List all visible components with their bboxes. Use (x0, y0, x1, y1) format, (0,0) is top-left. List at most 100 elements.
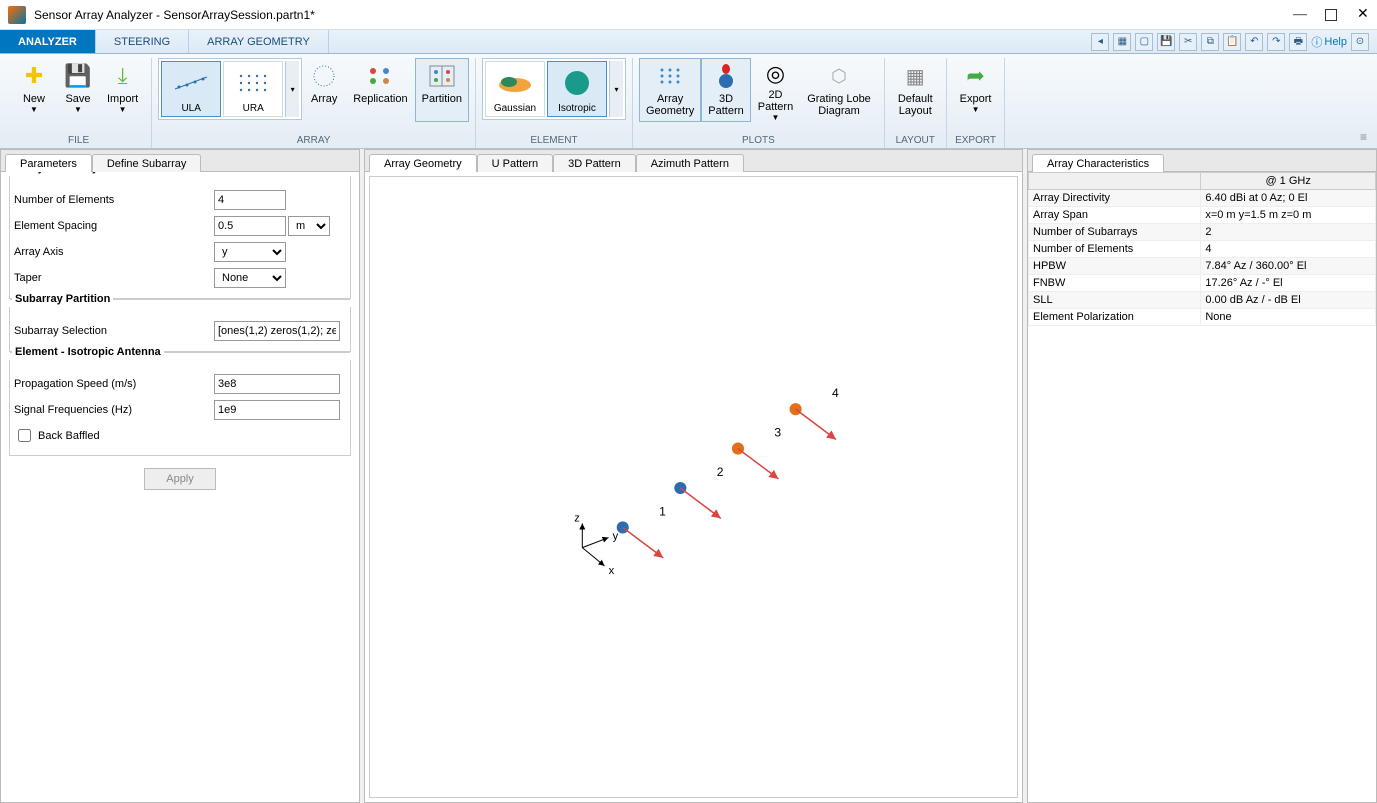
tab-parameters[interactable]: Parameters (5, 154, 92, 172)
quick-access-toolbar: ◂ ▦ ▢ 💾 ✂ ⧉ 📋 ↶ ↷ 🖶 ⓘHelp ⊙ (1091, 30, 1377, 53)
group-label-element: ELEMENT (530, 135, 577, 148)
array-button[interactable]: Array (302, 58, 346, 122)
tab-azimuth-pattern[interactable]: Azimuth Pattern (636, 154, 744, 172)
qat-window-icon[interactable]: ▢ (1135, 33, 1153, 51)
tab-array-geometry-plot[interactable]: Array Geometry (369, 154, 477, 172)
group-label-layout: LAYOUT (896, 135, 935, 148)
group-label-array: ARRAY (297, 135, 331, 148)
ribbon-body: ✚New▼ 💾Save▼ ⤓Import▼ FILE ULA URA ▾ Arr… (0, 54, 1377, 149)
checkbox-back-baffled[interactable] (18, 429, 31, 442)
char-key: SLL (1029, 292, 1201, 309)
input-signal-frequencies[interactable] (214, 400, 340, 420)
tab-analyzer[interactable]: ANALYZER (0, 30, 96, 53)
table-row: Array Spanx=0 m y=1.5 m z=0 m (1029, 207, 1376, 224)
partition-button[interactable]: Partition (415, 58, 469, 122)
import-button[interactable]: ⤓Import▼ (100, 58, 145, 122)
tab-u-pattern[interactable]: U Pattern (477, 154, 553, 172)
select-array-axis[interactable]: y (214, 242, 286, 262)
maximize-button[interactable] (1325, 9, 1337, 21)
svg-text:1: 1 (659, 504, 666, 518)
close-button[interactable]: ✕ (1357, 9, 1369, 21)
tab-3d-pattern[interactable]: 3D Pattern (553, 154, 636, 172)
gallery-gaussian[interactable]: Gaussian (485, 61, 545, 117)
char-value: 7.84° Az / 360.00° El (1201, 258, 1376, 275)
grating-lobe-button[interactable]: ⬡Grating Lobe Diagram (800, 58, 878, 122)
char-header: @ 1 GHz (1201, 173, 1376, 190)
char-key: Array Span (1029, 207, 1201, 224)
2d-pattern-icon: ◎ (760, 61, 790, 87)
label-signal-frequencies: Signal Frequencies (Hz) (14, 404, 214, 416)
ribbon-group-layout: ▦Default Layout LAYOUT (885, 58, 947, 148)
2d-pattern-button[interactable]: ◎2D Pattern▼ (751, 58, 800, 122)
title-bar: Sensor Array Analyzer - SensorArraySessi… (0, 0, 1377, 30)
save-icon: 💾 (63, 61, 93, 91)
qat-paste-icon[interactable]: 📋 (1223, 33, 1241, 51)
array-gallery-dropdown[interactable]: ▾ (285, 61, 299, 117)
input-element-spacing[interactable] (214, 216, 286, 236)
label-propagation-speed: Propagation Speed (m/s) (14, 378, 214, 390)
3d-pattern-button[interactable]: 3D Pattern (701, 58, 750, 122)
window-title: Sensor Array Analyzer - SensorArraySessi… (34, 8, 1293, 22)
qat-print-icon[interactable]: 🖶 (1289, 33, 1307, 51)
replication-button[interactable]: Replication (346, 58, 414, 122)
layout-icon: ▦ (900, 61, 930, 91)
export-button[interactable]: ➦Export▼ (953, 58, 999, 122)
minimize-button[interactable]: — (1293, 9, 1305, 21)
qat-pane-icon[interactable]: ▦ (1113, 33, 1131, 51)
gallery-ula[interactable]: ULA (161, 61, 221, 117)
char-value: 4 (1201, 241, 1376, 258)
char-value: 17.26° Az / -° El (1201, 275, 1376, 292)
char-value: x=0 m y=1.5 m z=0 m (1201, 207, 1376, 224)
default-layout-button[interactable]: ▦Default Layout (891, 58, 940, 122)
select-taper[interactable]: None (214, 268, 286, 288)
tab-array-geometry[interactable]: ARRAY GEOMETRY (189, 30, 329, 53)
gallery-isotropic[interactable]: Isotropic (547, 61, 607, 117)
qat-cut-icon[interactable]: ✂ (1179, 33, 1197, 51)
gallery-ura[interactable]: URA (223, 61, 283, 117)
select-spacing-unit[interactable]: m (288, 216, 330, 236)
ribbon-group-element: Gaussian Isotropic ▾ ELEMENT (476, 58, 633, 148)
geometry-grid-icon (655, 61, 685, 91)
qat-arrow-icon[interactable]: ◂ (1091, 33, 1109, 51)
new-button[interactable]: ✚New▼ (12, 58, 56, 122)
svg-text:3: 3 (774, 425, 781, 439)
table-row: SLL0.00 dB Az / - dB El (1029, 292, 1376, 309)
qat-undo-icon[interactable]: ↶ (1245, 33, 1263, 51)
qat-copy-icon[interactable]: ⧉ (1201, 33, 1219, 51)
app-logo-icon (8, 6, 26, 24)
input-propagation-speed[interactable] (214, 374, 340, 394)
apply-button[interactable]: Apply (144, 468, 216, 490)
export-icon: ➦ (961, 61, 991, 91)
svg-text:2: 2 (717, 465, 724, 479)
tab-steering[interactable]: STEERING (96, 30, 189, 53)
label-array-axis: Array Axis (14, 246, 214, 258)
plot-panel: Array Geometry U Pattern 3D Pattern Azim… (364, 149, 1023, 803)
table-row: HPBW7.84° Az / 360.00° El (1029, 258, 1376, 275)
qat-collapse-icon[interactable]: ⊙ (1351, 33, 1369, 51)
table-row: FNBW17.26° Az / -° El (1029, 275, 1376, 292)
table-row: Element PolarizationNone (1029, 309, 1376, 326)
label-back-baffled: Back Baffled (38, 430, 100, 442)
input-subarray-selection[interactable] (214, 321, 340, 341)
qat-redo-icon[interactable]: ↷ (1267, 33, 1285, 51)
element-gallery-dropdown[interactable]: ▾ (609, 61, 623, 117)
qat-save-icon[interactable]: 💾 (1157, 33, 1175, 51)
save-button[interactable]: 💾Save▼ (56, 58, 100, 122)
tab-array-characteristics[interactable]: Array Characteristics (1032, 154, 1164, 172)
svg-text:y: y (613, 531, 619, 543)
tab-define-subarray[interactable]: Define Subarray (92, 154, 202, 172)
ribbon-group-plots: Array Geometry 3D Pattern ◎2D Pattern▼ ⬡… (633, 58, 885, 148)
legend-element: Element - Isotropic Antenna (12, 346, 164, 358)
label-taper: Taper (14, 272, 214, 284)
grating-icon: ⬡ (824, 61, 854, 91)
array-geometry-button[interactable]: Array Geometry (639, 58, 701, 122)
group-label-file: FILE (68, 135, 89, 148)
array-geometry-plot[interactable]: x y z 1 2 3 (369, 176, 1018, 798)
partition-icon (427, 61, 457, 91)
char-key: Number of Subarrays (1029, 224, 1201, 241)
input-num-elements[interactable] (214, 190, 286, 210)
help-icon: ⓘ (1311, 34, 1322, 50)
3d-pattern-icon (711, 61, 741, 91)
ribbon-collapse-icon[interactable]: ≡ (1356, 126, 1371, 148)
help-button[interactable]: ⓘHelp (1311, 34, 1347, 50)
